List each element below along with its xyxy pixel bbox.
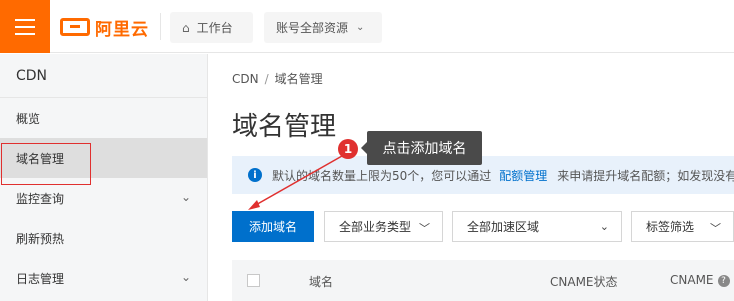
logo-mark-icon (60, 18, 90, 36)
breadcrumb: CDN / 域名管理 (232, 70, 323, 87)
tag-filter-select[interactable]: 标签筛选 ﹀ (631, 211, 734, 242)
quota-management-link[interactable]: 配额管理 (499, 167, 547, 184)
notice-text: 默认的域名数量上限为50个，您可以通过 (272, 168, 492, 183)
column-header-cname[interactable]: CNAME? (670, 273, 730, 287)
sidebar-item-label: 刷新预热 (16, 231, 65, 246)
chevron-down-icon: ﹀ (419, 222, 430, 235)
breadcrumb-separator: / (264, 72, 269, 86)
business-type-value: 全部业务类型 (339, 220, 412, 234)
chevron-down-icon: ﹀ (710, 222, 721, 235)
region-value: 全部加速区域 (467, 220, 540, 234)
main-content: CDN / 域名管理 域名管理 i 默认的域名数量上限为50个，您可以通过 配额管理… (209, 54, 734, 301)
account-resources-dropdown[interactable]: 账号全部资源 ⌄ (264, 12, 382, 43)
table-header: 域名 CNAME状态 CNAME? (232, 260, 734, 301)
divider (160, 13, 161, 40)
menu-icon[interactable] (0, 0, 50, 53)
sidebar-item-refresh-preload[interactable]: 刷新预热 (0, 218, 207, 258)
sidebar-item-label: 监控查询 (16, 191, 65, 206)
sidebar-title: CDN (0, 54, 207, 98)
annotation-tooltip: 点击添加域名 (361, 131, 482, 165)
column-header-cname-label: CNAME (670, 273, 714, 287)
workbench-button[interactable]: ⌂ 工作台 (170, 12, 253, 43)
brand-logo[interactable]: 阿里云 (60, 15, 149, 40)
account-resources-label: 账号全部资源 (276, 21, 349, 35)
region-select[interactable]: 全部加速区域 ⌄ (452, 211, 622, 242)
help-icon[interactable]: ? (717, 274, 730, 287)
quota-notice: i 默认的域名数量上限为50个，您可以通过 配额管理 来申请提升域名配额；如发现… (232, 156, 734, 194)
sidebar-item-label: 日志管理 (16, 271, 65, 286)
chevron-down-icon: ⌄ (180, 190, 191, 204)
sidebar-item-label: 概览 (16, 111, 41, 126)
column-header-cname-status[interactable]: CNAME状态 (550, 273, 618, 290)
page-title: 域名管理 (232, 112, 337, 142)
breadcrumb-root[interactable]: CDN (232, 72, 259, 86)
sidebar-item-logs[interactable]: 日志管理 ⌄ (0, 258, 207, 298)
notice-text-after: 来申请提升域名配额；如发现没有 (557, 168, 734, 183)
breadcrumb-current: 域名管理 (274, 72, 323, 86)
home-icon: ⌂ (182, 20, 190, 35)
column-header-domain[interactable]: 域名 (309, 273, 333, 290)
chevron-down-icon: ⌄ (599, 220, 609, 233)
chevron-down-icon: ⌄ (356, 22, 365, 33)
sidebar-item-overview[interactable]: 概览 (0, 98, 207, 138)
brand-name: 阿里云 (95, 19, 149, 40)
chevron-down-icon: ⌄ (180, 270, 191, 284)
tag-filter-value: 标签筛选 (646, 220, 695, 234)
info-icon: i (248, 168, 262, 182)
select-all-checkbox[interactable] (247, 274, 260, 287)
annotation-highlight-box (1, 143, 91, 185)
add-domain-button[interactable]: 添加域名 (232, 211, 314, 242)
business-type-select[interactable]: 全部业务类型 ﹀ (324, 211, 443, 242)
top-navbar: 阿里云 ⌂ 工作台 账号全部资源 ⌄ (0, 0, 734, 53)
workbench-label: 工作台 (196, 21, 233, 35)
step-badge: 1 (338, 139, 358, 159)
